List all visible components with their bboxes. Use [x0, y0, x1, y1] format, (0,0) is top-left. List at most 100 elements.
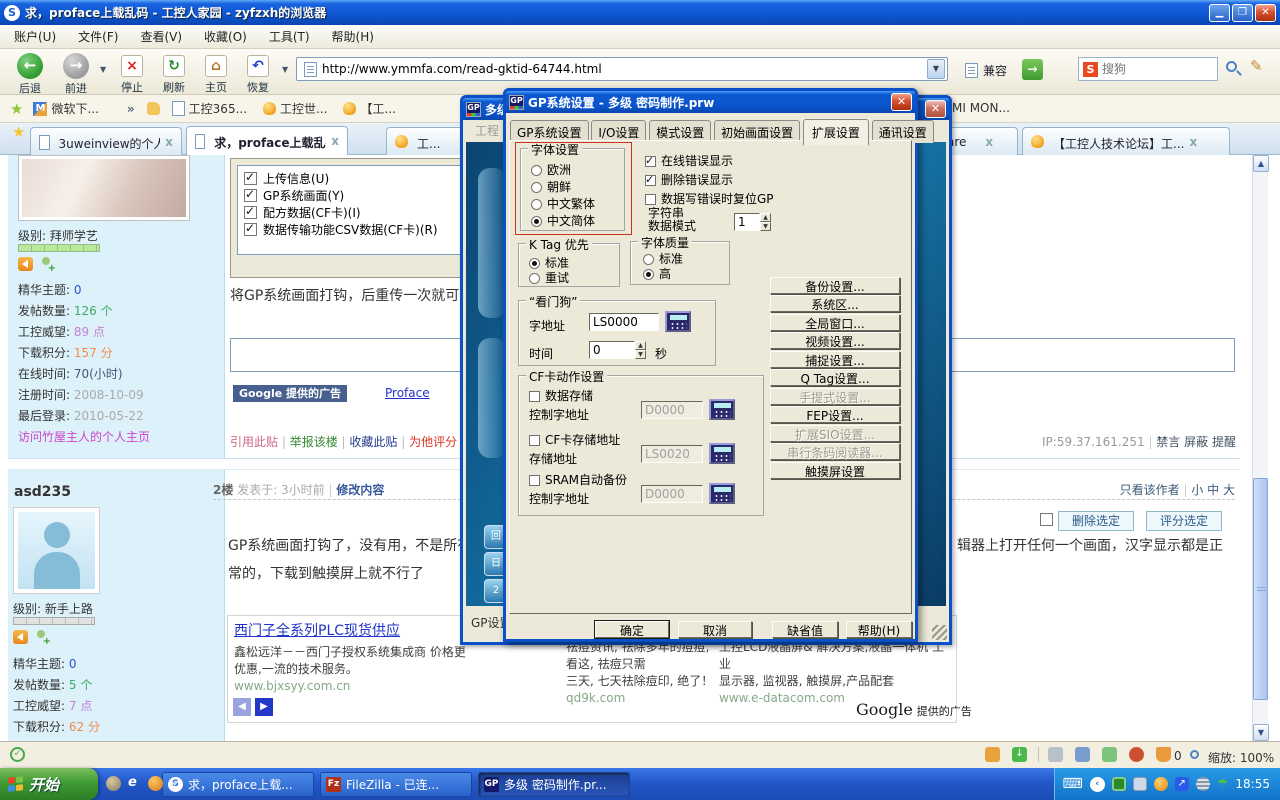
gp-close-icon[interactable]: ✕ [925, 100, 946, 118]
eye-icon[interactable] [1129, 747, 1144, 762]
tray-umbrella-icon[interactable]: ☂ [1217, 777, 1229, 792]
tray-globe-icon[interactable] [1196, 777, 1210, 791]
url-dropdown-icon[interactable]: ▼ [927, 59, 945, 79]
add-friend-icon[interactable] [39, 257, 54, 271]
close-button[interactable]: ✕ [1255, 4, 1276, 22]
tab-close-icon[interactable]: x [331, 134, 339, 155]
system-area-button[interactable]: 系统区... [770, 295, 900, 312]
back-button[interactable]: ←后退 [8, 53, 52, 96]
menu-help[interactable]: 帮助(H) [332, 28, 374, 45]
keypad-icon[interactable] [665, 311, 691, 332]
select-post-checkbox[interactable] [1040, 513, 1053, 526]
user-photo[interactable] [18, 155, 190, 221]
bookmark-item[interactable]: MI MON... [952, 101, 1010, 115]
delete-selected-button[interactable]: 删除选定 [1058, 511, 1134, 531]
keypad-icon[interactable] [709, 443, 735, 464]
go-button[interactable]: → [1022, 59, 1043, 80]
menu-favorites[interactable]: 收藏(O) [204, 28, 247, 45]
defaults-button[interactable]: 缺省值 [772, 621, 838, 638]
checkbox[interactable] [244, 223, 257, 236]
font-small-link[interactable]: 小 [1191, 483, 1203, 497]
maximize-button[interactable]: ❐ [1232, 4, 1253, 22]
quicklaunch-app-icon[interactable] [106, 776, 121, 791]
search-icon[interactable] [1226, 61, 1237, 72]
download-icon[interactable]: ↓ [1012, 747, 1027, 762]
touchscreen-settings-button[interactable]: 触摸屏设置 [770, 462, 900, 479]
report-link[interactable]: 举报该楼 [290, 435, 338, 449]
task-browser[interactable]: S 求，proface上载... [162, 772, 314, 797]
ie-quicklaunch-icon[interactable]: e [128, 775, 137, 790]
font-medium-link[interactable]: 中 [1207, 483, 1219, 497]
task-gp-editor[interactable]: GP 多级 密码制作.pr... [478, 772, 630, 797]
remind-link[interactable]: 提醒 [1212, 435, 1236, 449]
quicklaunch-overflow-icon[interactable]: » [170, 776, 178, 790]
menu-account[interactable]: 账户(U) [14, 28, 56, 45]
gp-settings-dialog[interactable]: GP GP系统设置 - 多级 密码制作.prw ✕ GP系统设置 I/O设置 模… [503, 88, 918, 642]
forward-button[interactable]: →前进 [54, 53, 98, 96]
bookmark-item[interactable]: 工控世... [263, 100, 327, 117]
time-input[interactable]: 0 [589, 341, 635, 359]
tab-current[interactable]: 求，proface上载乱码 - ...x [186, 126, 348, 155]
block-link[interactable]: 屏蔽 [1184, 435, 1208, 449]
word-address-input[interactable]: LS0000 [589, 313, 659, 331]
check-reset-gp[interactable]: 数据写错误时复位GP [645, 190, 774, 207]
zoom-level[interactable]: 缩放: 100% [1208, 749, 1274, 766]
shield-icon[interactable] [1156, 747, 1171, 762]
radio-quality-high[interactable]: 高 [643, 265, 671, 282]
menu-file[interactable]: 文件(F) [78, 28, 118, 45]
bookmark-item[interactable]: 工控365... [172, 100, 247, 117]
scroll-down-icon[interactable]: ▼ [1253, 724, 1269, 741]
resize-grip[interactable] [932, 625, 947, 640]
url-input[interactable] [322, 62, 927, 76]
homepage-link[interactable]: 访问竹屋主人的个人主页 [8, 426, 225, 447]
ok-button[interactable]: 确定 [595, 621, 669, 638]
zoom-icon[interactable] [1190, 750, 1199, 759]
tray-network-icon[interactable] [1133, 777, 1147, 791]
check-delete-error[interactable]: 删除错误显示 [645, 171, 733, 188]
favorite-link[interactable]: 收藏此贴 [349, 435, 397, 449]
task-filezilla[interactable]: Fz FileZilla - 已连... [320, 772, 472, 797]
tray-arrow-icon[interactable]: ↗ [1175, 777, 1189, 791]
printer-icon[interactable] [1102, 747, 1117, 762]
global-window-button[interactable]: 全局窗口... [770, 314, 900, 331]
capture-settings-button[interactable]: 捕捉设置... [770, 351, 900, 368]
pm-icon[interactable] [13, 630, 28, 644]
username[interactable]: asd235 [14, 484, 71, 500]
stop-button[interactable]: ×停止 [110, 53, 154, 95]
user-status-icon[interactable] [985, 747, 1000, 762]
check-data-storage[interactable]: 数据存储 [529, 387, 593, 404]
scroll-up-icon[interactable]: ▲ [1253, 155, 1269, 172]
vertical-scrollbar[interactable]: ▲ ▼ [1252, 155, 1268, 741]
add-friend-icon[interactable] [34, 630, 49, 644]
refresh-button[interactable]: ↻刷新 [152, 53, 196, 95]
search-input[interactable] [1102, 62, 1202, 76]
rate-selected-button[interactable]: 评分选定 [1146, 511, 1222, 531]
tray-bird-icon[interactable] [1154, 777, 1168, 791]
speaker-icon[interactable] [1075, 747, 1090, 762]
help-button[interactable]: 帮助(H) [846, 621, 912, 638]
address-bar[interactable]: ▼ [296, 57, 948, 81]
minimize-button[interactable]: ▁ [1209, 4, 1230, 22]
search-box[interactable]: S [1078, 57, 1218, 81]
edit-link[interactable]: 修改内容 [336, 483, 384, 497]
overflow-chevron-icon[interactable]: » [127, 102, 135, 116]
tab-close-icon[interactable]: x [1189, 135, 1197, 155]
cancel-button[interactable]: 取消 [678, 621, 752, 638]
edit-icon[interactable]: ✎ [1250, 57, 1263, 75]
mouse-gesture-icon[interactable] [1048, 747, 1063, 762]
forward-dropdown-icon[interactable]: ▼ [100, 65, 106, 74]
time-stepper[interactable]: ▲▼ [635, 341, 646, 359]
avatar[interactable] [13, 507, 100, 594]
ban-link[interactable]: 禁言 [1156, 435, 1180, 449]
rate-link[interactable]: 为他评分 [409, 435, 457, 449]
fep-settings-button[interactable]: FEP设置... [770, 406, 900, 423]
tab-extended[interactable]: 扩展设置 [803, 119, 869, 145]
check-online-error[interactable]: 在线错误显示 [645, 152, 733, 169]
keypad-icon[interactable] [709, 399, 735, 420]
string-mode-stepper[interactable]: ▲▼ [760, 213, 771, 231]
tab-close-icon[interactable]: x [165, 135, 173, 155]
tab-partial[interactable]: 工... [386, 127, 464, 155]
dialog-close-icon[interactable]: ✕ [891, 93, 912, 111]
check-sram-backup[interactable]: SRAM自动备份 [529, 471, 627, 488]
radio-ktag-retry[interactable]: 重试 [529, 269, 569, 286]
